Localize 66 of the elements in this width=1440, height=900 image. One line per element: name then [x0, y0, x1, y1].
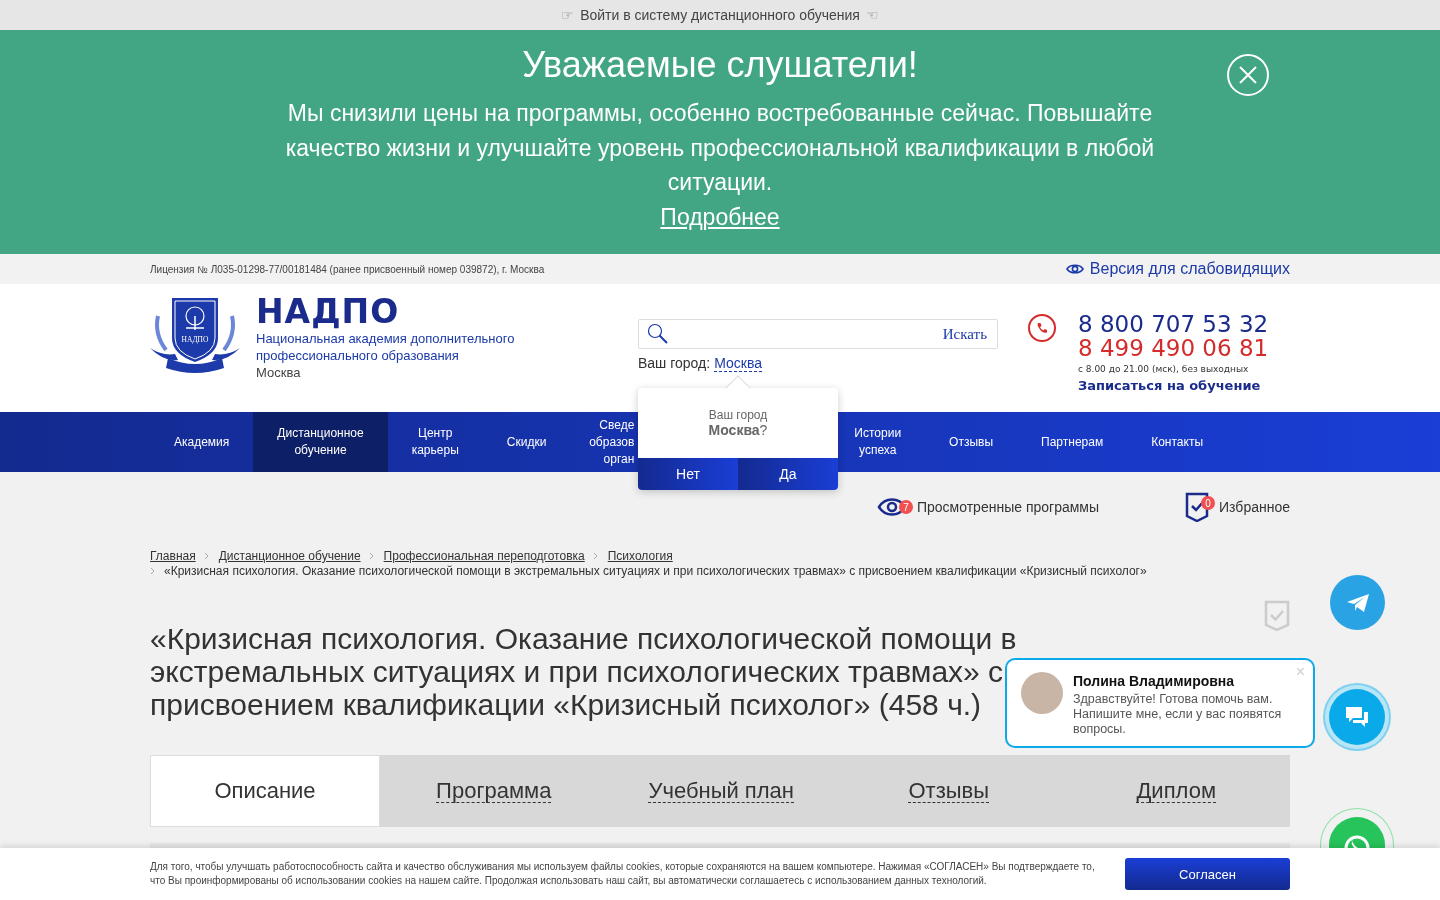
- phone-number[interactable]: 8 800 707 53 32: [1078, 312, 1269, 336]
- chevron-icon: [204, 552, 211, 560]
- nav-item[interactable]: Партнерам: [1017, 412, 1128, 472]
- nav-item[interactable]: Скидки: [482, 412, 571, 472]
- viewed-programs-link[interactable]: 7 Просмотренные программы: [876, 492, 1100, 522]
- yes-button[interactable]: Да: [738, 458, 838, 490]
- chevron-icon: [593, 552, 600, 560]
- nav-item[interactable]: Дистанционное обучение: [253, 412, 388, 472]
- city-name: Москва?: [707, 422, 769, 438]
- working-hours: с 8.00 до 21.00 (мск), без выходных: [1078, 364, 1250, 374]
- license-text: Лицензия № Л035-01298-77/00181484 (ранее присвоенный номер 039872), г. Москва: [150, 263, 545, 275]
- banner-text: Мы снизили цены на программы, особенно востребованные сейчас. Повышайте качество жизни и улучшайте уровень профессиональной квалификации в любой ситуации.: [284, 99, 1156, 197]
- tab[interactable]: Описание: [150, 755, 380, 827]
- nav-item[interactable]: Контакты: [1127, 412, 1227, 472]
- nav-item[interactable]: Сведе образов орган: [570, 412, 635, 472]
- chevron-icon: [150, 567, 156, 575]
- pointing-hand-icon: ☞: [561, 7, 575, 23]
- academy-city: Москва: [256, 364, 302, 381]
- nav-item[interactable]: Отзывы: [925, 412, 1018, 472]
- tab[interactable]: Диплом: [1062, 755, 1290, 827]
- no-button[interactable]: Нет: [638, 458, 738, 490]
- eye-icon: [1065, 263, 1084, 275]
- page-title: «Кризисная психология. Оказание психологической помощи в экстремальных ситуациях и при психологических травмах» с присвоением квалификации «Кризисный психолог» (458 ч.): [150, 622, 1018, 721]
- nav-item[interactable]: Центр карьеры: [387, 412, 483, 472]
- breadcrumb-link[interactable]: Психология: [607, 549, 673, 563]
- favorites-link[interactable]: 0 Избранное: [1185, 492, 1290, 522]
- phone-number[interactable]: 8 499 490 06 81: [1078, 336, 1269, 360]
- handset-icon: [1036, 322, 1048, 334]
- pointing-hand-icon: ☜: [865, 7, 879, 23]
- breadcrumb-link[interactable]: Профессиональная переподготовка: [383, 549, 585, 563]
- city-link[interactable]: Москва: [714, 355, 762, 372]
- telegram-button[interactable]: [1330, 575, 1385, 630]
- close-icon: [1239, 66, 1257, 84]
- agree-button[interactable]: Согласен: [1125, 858, 1290, 890]
- tab[interactable]: Отзывы: [835, 755, 1063, 827]
- chat-message: Здравствуйте! Готова помочь вам. Напишите мне, если у вас появятся вопросы.: [1073, 692, 1283, 737]
- count-badge: 7: [898, 500, 913, 514]
- accessibility-link[interactable]: Версия для слабовидящих: [1065, 260, 1290, 278]
- signup-link[interactable]: Записаться на обучение: [1078, 378, 1269, 393]
- avatar-placeholder: [1021, 672, 1063, 714]
- academy-name: НАДПО: [256, 296, 401, 328]
- breadcrumb-current: «Кризисная психология. Оказание психологической помощи в экстремальных ситуациях и при психологических травмах» с присвоением квалификации «Кризисный психолог»: [164, 564, 1147, 578]
- academy-subtitle: Национальная академия дополнительного профессионального образования: [256, 330, 516, 364]
- tab[interactable]: Учебный план: [607, 755, 835, 827]
- operator-name: Полина Владимировна: [1073, 673, 1236, 689]
- count-badge: 0: [1201, 496, 1216, 510]
- viewed-programs-link-label: Просмотренные программы: [916, 499, 1100, 515]
- tab[interactable]: Программа: [380, 755, 608, 827]
- banner-title: Уважаемые слушатели!: [522, 44, 918, 86]
- breadcrumb-link[interactable]: Главная: [150, 549, 196, 563]
- favorites-link-label: Избранное: [1219, 499, 1290, 515]
- paper-plane-icon: [1346, 593, 1369, 612]
- chat-bubbles-icon: [1345, 706, 1369, 728]
- search-field[interactable]: Искать: [638, 319, 998, 349]
- search-button[interactable]: Искать: [942, 325, 987, 343]
- city-label: Ваш город:: [638, 355, 711, 372]
- cookie-text: Для того, чтобы улучшать работоспособность сайта и качество обслуживания мы используем файлы cookies, которые сохраняются на вашем компьютере. Нажимая «СОГЛАСЕН» Вы подтверждаете то, что Вы проинформированы об использовании cookies на нашем сайте. Продолжая использовать наш сайт, вы автоматически соглашаетесь с использованием данных технологий.: [150, 860, 1096, 888]
- nav-item[interactable]: Академия: [150, 412, 254, 472]
- login-link[interactable]: Войти в систему дистанционного обучения: [580, 7, 860, 23]
- close-button[interactable]: [1227, 54, 1269, 96]
- bookmark-check-icon: [1185, 492, 1210, 522]
- breadcrumb-link[interactable]: Дистанционное обучение: [218, 549, 361, 563]
- search-icon: [647, 323, 669, 345]
- chevron-icon: [369, 552, 376, 560]
- bookmark-check-icon[interactable]: [1264, 600, 1290, 632]
- city-question: Ваш город: [707, 408, 769, 422]
